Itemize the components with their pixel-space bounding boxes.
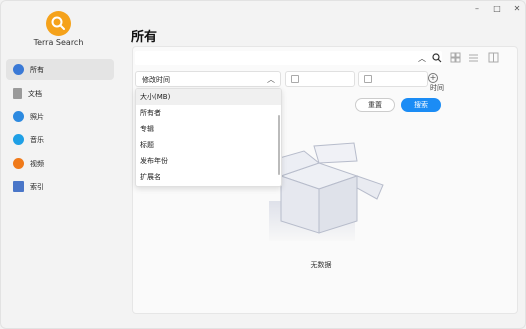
search-icon[interactable] bbox=[432, 53, 442, 63]
sidebar-item-all[interactable]: 所有 bbox=[6, 59, 114, 80]
empty-state-text: 无数据 bbox=[310, 261, 332, 269]
sidebar-item-label: 视频 bbox=[30, 159, 44, 168]
document-icon bbox=[13, 88, 22, 99]
sidebar-item-label: 所有 bbox=[30, 65, 44, 74]
sidebar: Terra Search 所有 文档 照片 音乐 视频 索引 bbox=[1, 1, 121, 328]
all-files-icon bbox=[13, 64, 24, 75]
index-icon bbox=[13, 181, 24, 192]
filter-field-select[interactable]: 修改时间 ︿ bbox=[135, 71, 281, 87]
dropdown-option[interactable]: 专辑 bbox=[136, 121, 281, 137]
search-input[interactable] bbox=[135, 51, 415, 65]
close-button[interactable]: ✕ bbox=[507, 4, 525, 14]
photo-icon bbox=[13, 111, 24, 122]
sidebar-item-label: 照片 bbox=[30, 112, 44, 121]
search-button[interactable]: 搜索 bbox=[401, 98, 441, 112]
music-icon bbox=[13, 134, 24, 145]
start-date-input[interactable] bbox=[285, 71, 355, 87]
filter-field-dropdown: 大小(MB) 所有者 专辑 标题 发布年份 扩展名 bbox=[135, 88, 282, 187]
dropdown-option[interactable]: 扩展名 bbox=[136, 169, 281, 185]
sidebar-item-photos[interactable]: 照片 bbox=[6, 106, 114, 127]
dropdown-option[interactable]: 所有者 bbox=[136, 105, 281, 121]
app-window: – □ ✕ Terra Search 所有 文档 照片 音乐 视频 索引 所有 … bbox=[0, 0, 526, 329]
calendar-icon bbox=[291, 75, 299, 83]
time-label: 时间 bbox=[430, 84, 444, 92]
add-filter-icon[interactable]: + bbox=[428, 73, 438, 83]
dropdown-option[interactable]: 发布年份 bbox=[136, 153, 281, 169]
search-logo-icon bbox=[51, 16, 65, 30]
sidebar-item-index[interactable]: 索引 bbox=[6, 176, 114, 197]
sidebar-item-video[interactable]: 视频 bbox=[6, 153, 114, 174]
end-date-input[interactable] bbox=[358, 71, 428, 87]
video-icon bbox=[13, 158, 24, 169]
app-logo bbox=[46, 11, 71, 36]
chevron-up-icon: ︿ bbox=[267, 75, 275, 84]
grid-view-icon[interactable] bbox=[450, 52, 461, 63]
app-name: Terra Search bbox=[33, 38, 84, 47]
reset-button[interactable]: 重置 bbox=[355, 98, 395, 112]
minimize-button[interactable]: – bbox=[467, 4, 487, 14]
search-bar bbox=[135, 51, 442, 65]
calendar-icon bbox=[364, 75, 372, 83]
list-view-icon[interactable] bbox=[468, 52, 479, 63]
dropdown-scrollbar[interactable] bbox=[278, 115, 280, 175]
split-view-icon[interactable] bbox=[488, 52, 499, 63]
maximize-button[interactable]: □ bbox=[487, 4, 507, 14]
dropdown-option[interactable]: 标题 bbox=[136, 137, 281, 153]
page-title: 所有 bbox=[131, 30, 158, 45]
filter-field-value: 修改时间 bbox=[142, 76, 170, 84]
chevron-up-icon[interactable]: ︿ bbox=[418, 53, 426, 64]
sidebar-item-label: 索引 bbox=[30, 182, 44, 191]
sidebar-item-label: 文档 bbox=[28, 89, 42, 98]
sidebar-item-music[interactable]: 音乐 bbox=[6, 129, 114, 150]
sidebar-item-documents[interactable]: 文档 bbox=[6, 83, 114, 104]
dropdown-option[interactable]: 大小(MB) bbox=[136, 89, 281, 105]
sidebar-item-label: 音乐 bbox=[30, 135, 44, 144]
